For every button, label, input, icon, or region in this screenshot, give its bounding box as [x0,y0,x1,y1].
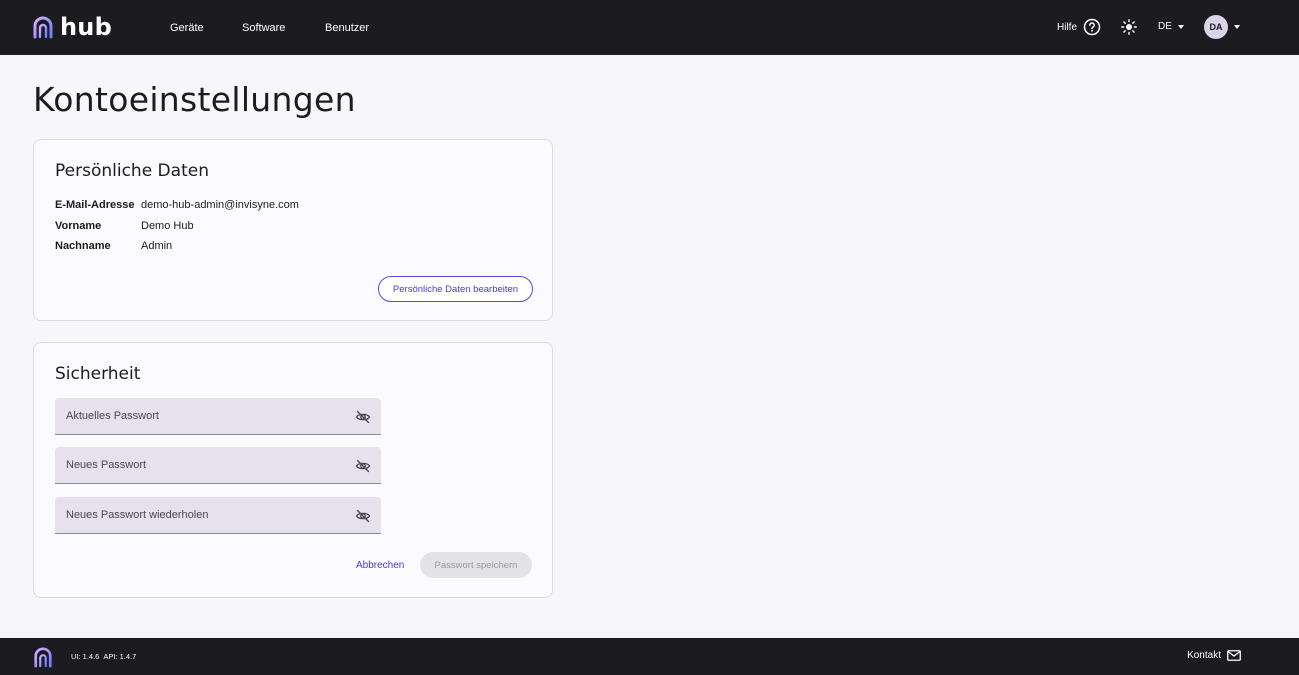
help-button[interactable]: Hilfe [1057,18,1101,36]
firstname-value: Demo Hub [141,220,194,232]
user-menu[interactable]: DA [1204,15,1240,39]
version-info: UI: 1.4.6 API: 1.4.7 [71,652,136,661]
new-password-placeholder: Neues Passwort [66,459,147,471]
cancel-button[interactable]: Abbrechen [356,560,404,571]
repeat-password-placeholder: Neues Passwort wiederholen [66,509,209,521]
language-selector[interactable]: DE [1158,21,1184,32]
info-row-firstname: Vorname Demo Hub [55,220,194,232]
current-password-field[interactable]: Aktuelles Passwort [55,398,381,435]
sun-icon [1121,19,1137,35]
lastname-value: Admin [141,240,173,252]
theme-toggle-button[interactable] [1121,19,1137,35]
current-password-placeholder: Aktuelles Passwort [66,410,159,422]
lastname-label: Nachname [55,240,111,252]
chevron-down-icon [1234,25,1240,29]
eye-off-icon[interactable] [355,409,371,425]
help-label: Hilfe [1057,21,1078,33]
mail-icon [1227,650,1241,661]
top-navigation-bar: hub Geräte Software Benutzer Hilfe DE DA [0,0,1299,55]
page-title: Kontoeinstellungen [33,80,356,119]
info-row-lastname: Nachname Admin [55,240,172,252]
avatar: DA [1204,15,1228,39]
edit-personal-data-button[interactable]: Persönliche Daten bearbeiten [378,276,533,302]
email-label: E-Mail-Adresse [55,199,135,211]
email-value: demo-hub-admin@invisyne.com [141,199,299,211]
eye-off-icon[interactable] [355,458,371,474]
firstname-label: Vorname [55,220,102,232]
footer: UI: 1.4.6 API: 1.4.7 Kontakt [0,638,1299,675]
contact-label: Kontakt [1187,650,1221,661]
contact-link[interactable]: Kontakt [1187,650,1241,661]
personal-data-title: Persönliche Daten [55,161,209,181]
eye-off-icon[interactable] [355,508,371,524]
security-card: Sicherheit Aktuelles Passwort Neues Pass… [33,342,553,598]
personal-data-card: Persönliche Daten E-Mail-Adresse demo-hu… [33,139,553,321]
api-version: API: 1.4.7 [103,652,137,661]
help-circle-icon [1083,18,1101,36]
language-label: DE [1158,21,1172,32]
security-title: Sicherheit [55,364,141,384]
info-row-email: E-Mail-Adresse demo-hub-admin@invisyne.c… [55,199,299,211]
hub-logo-icon [34,647,52,668]
ui-version: UI: 1.4.6 [71,652,100,661]
chevron-down-icon [1177,24,1184,29]
save-password-button[interactable]: Passwort speichern [420,552,532,578]
new-password-field[interactable]: Neues Passwort [55,447,381,484]
repeat-password-field[interactable]: Neues Passwort wiederholen [55,497,381,534]
header-tools: Hilfe DE DA [0,0,1299,55]
